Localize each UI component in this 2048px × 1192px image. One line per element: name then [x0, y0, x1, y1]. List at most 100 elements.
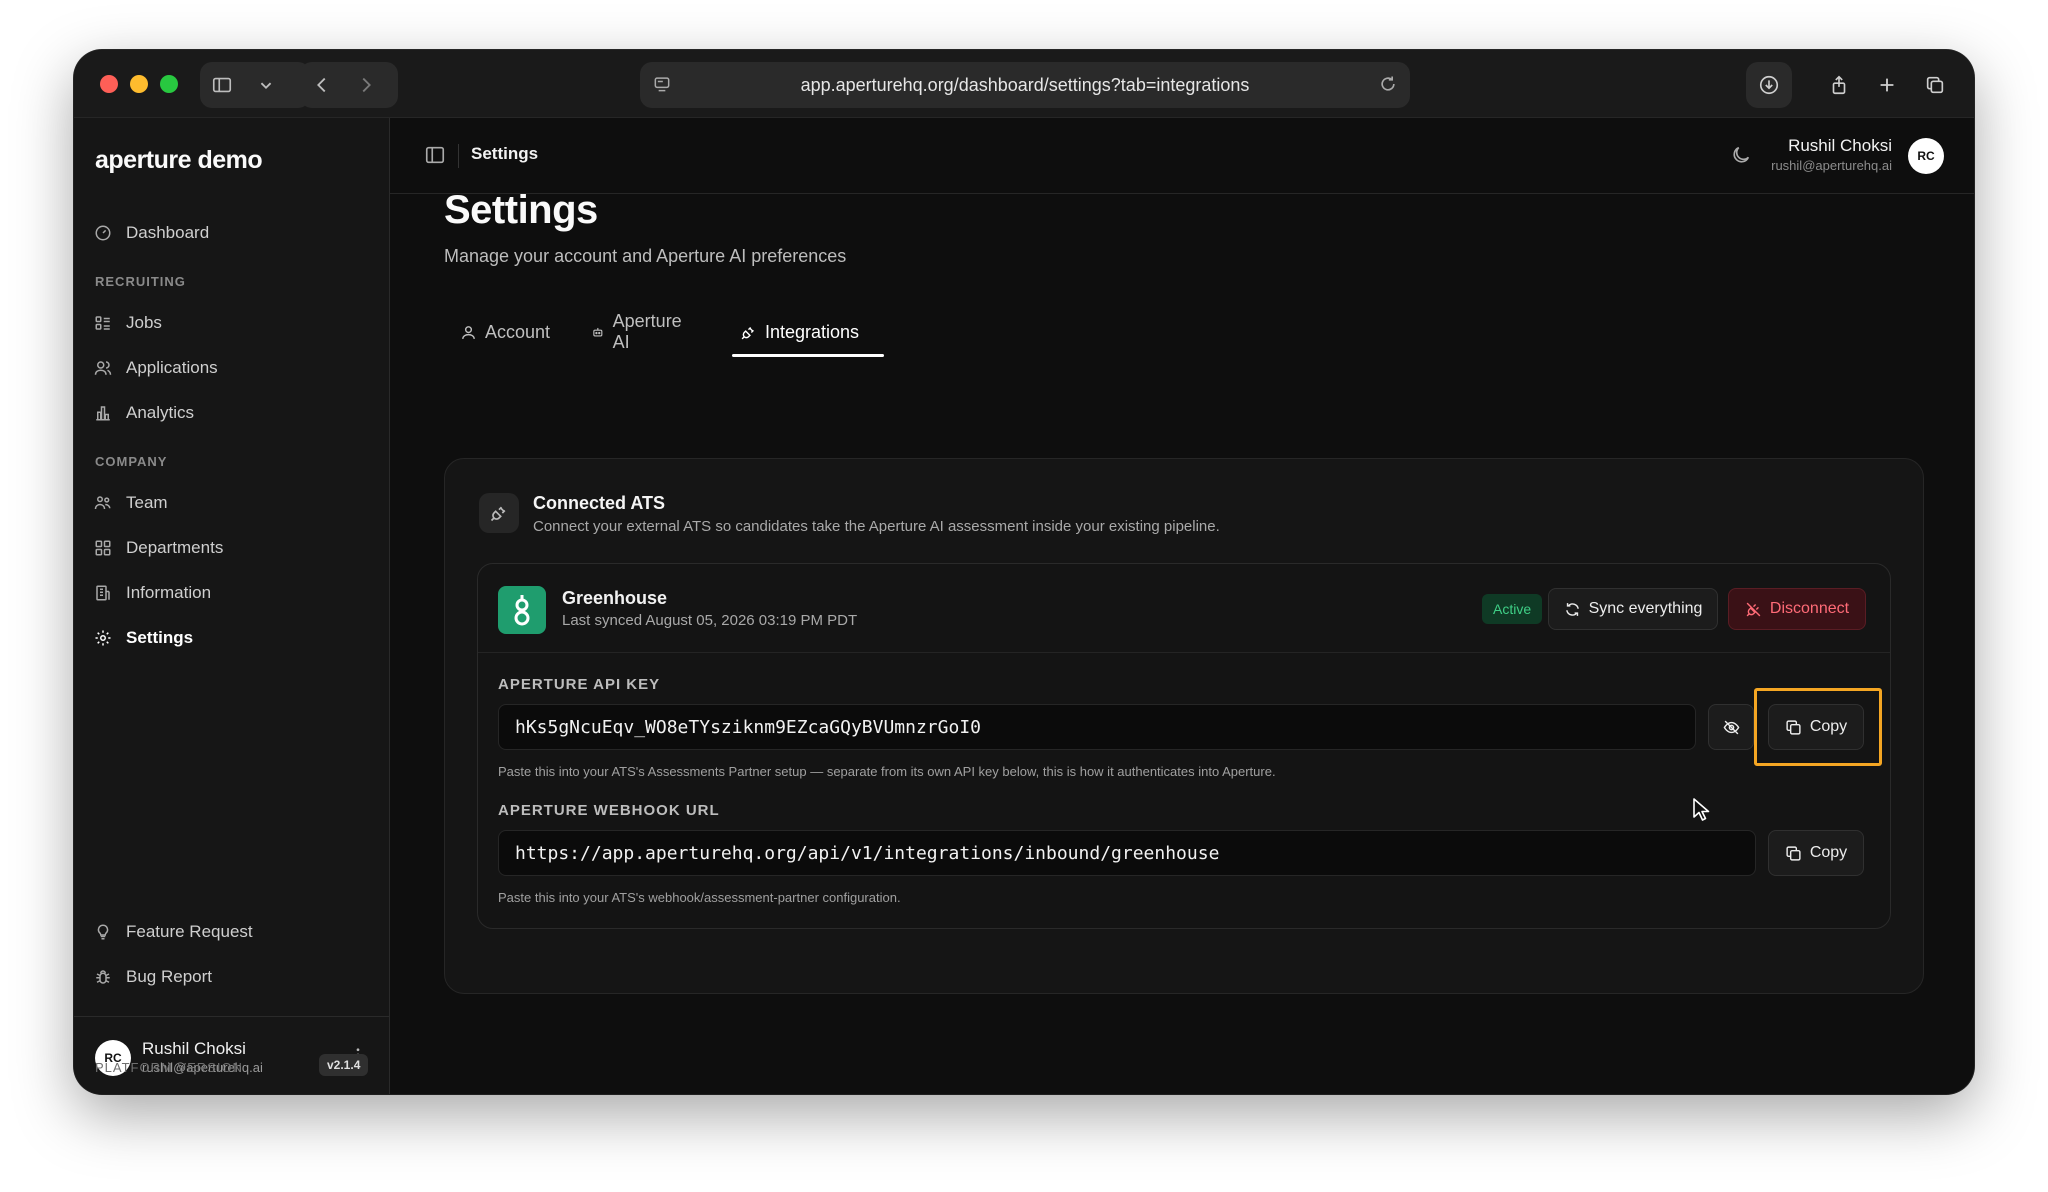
- brand-logo[interactable]: aperture demo: [95, 146, 263, 175]
- tab-overview-icon[interactable]: [1912, 62, 1958, 108]
- unplug-icon: [1746, 602, 1761, 616]
- sidebar-item-label: Feature Request: [126, 922, 253, 941]
- api-key-help: Paste this into your ATS's Assessments P…: [498, 764, 1276, 779]
- sidebar-item-settings[interactable]: Settings: [94, 622, 374, 654]
- button-label: Disconnect: [1769, 600, 1850, 617]
- plug-icon: [479, 493, 519, 533]
- downloads-icon[interactable]: [1746, 62, 1792, 108]
- status-badge: Active: [1482, 594, 1543, 624]
- api-key-field[interactable]: hKs5gNcuEqv_WO8eTYsziknm9EZcaGQyBVUmnzrG…: [498, 704, 1696, 750]
- app-header: Settings Rushil Choksi rushil@aperturehq…: [390, 118, 1974, 194]
- tab-label: Aperture AI: [612, 311, 682, 352]
- connected-ats-card: Connected ATS Connect your external ATS …: [444, 458, 1924, 994]
- bot-icon: [593, 327, 603, 336]
- sidebar-item-label: Settings: [126, 628, 194, 647]
- greenhouse-logo-icon: [498, 586, 546, 634]
- last-synced-text: Last synced August 05, 2026 03:19 PM PDT: [562, 612, 858, 629]
- page-subtitle: Manage your account and Aperture AI pref…: [444, 246, 847, 266]
- page-title: Settings: [444, 188, 598, 232]
- gear-icon: [95, 630, 111, 646]
- sidebar-toggle-group: [200, 62, 310, 108]
- share-icon[interactable]: [1816, 62, 1862, 108]
- card-description: Connect your external ATS so candidates …: [533, 518, 1220, 535]
- forward-arrow-icon[interactable]: [344, 62, 388, 108]
- maximize-window-button[interactable]: [160, 75, 178, 93]
- list-icon: [95, 316, 110, 330]
- back-arrow-icon[interactable]: [300, 62, 344, 108]
- users-icon: [94, 361, 112, 375]
- copy-button-highlight: [1754, 688, 1882, 766]
- url-text: app.aperturehq.org/dashboard/settings?ta…: [800, 74, 1250, 95]
- browser-sidebar-icon[interactable]: [200, 62, 244, 108]
- webhook-url-label: APERTURE WEBHOOK URL: [498, 802, 720, 819]
- reload-icon[interactable]: [1378, 74, 1398, 99]
- platform-version-label: PLATFORM VERSION: [95, 1060, 243, 1075]
- tab-label: Integrations: [765, 321, 860, 342]
- sidebar-item-feature-request[interactable]: Feature Request: [94, 916, 374, 948]
- header-avatar[interactable]: RC: [1908, 138, 1944, 174]
- tab-account[interactable]: Account: [460, 312, 550, 352]
- active-tab-indicator: [732, 354, 884, 357]
- sidebar-item-jobs[interactable]: Jobs: [94, 307, 374, 339]
- dashboard-gauge-icon: [95, 225, 111, 241]
- sidebar-item-bug-report[interactable]: Bug Report: [94, 961, 374, 993]
- sidebar-item-label: Jobs: [126, 313, 162, 332]
- breadcrumb: Settings: [471, 144, 539, 163]
- bar-chart-icon: [96, 406, 110, 421]
- integration-divider: [478, 652, 1890, 653]
- button-label: Copy: [1809, 844, 1848, 861]
- section-recruiting: RECRUITING: [95, 274, 186, 289]
- sidebar-item-label: Dashboard: [126, 223, 210, 242]
- grid-icon: [95, 540, 111, 556]
- copy-webhook-button[interactable]: Copy: [1768, 830, 1864, 876]
- user-icon: [462, 325, 475, 339]
- sidebar-item-label: Team: [126, 493, 168, 512]
- tab-integrations[interactable]: Integrations: [740, 312, 859, 352]
- building-icon: [96, 585, 110, 601]
- sync-everything-button[interactable]: Sync everything: [1548, 588, 1718, 630]
- plug-icon: [741, 326, 754, 339]
- tab-aperture-ai[interactable]: Aperture AI: [591, 311, 685, 352]
- sidebar-item-information[interactable]: Information: [94, 577, 374, 609]
- webhook-url-field[interactable]: https://app.aperturehq.org/api/v1/integr…: [498, 830, 1756, 876]
- mouse-pointer-icon: [1692, 797, 1712, 828]
- sidebar-divider: [74, 1016, 390, 1017]
- bug-icon: [96, 970, 110, 984]
- greenhouse-integration: Greenhouse Last synced August 05, 2026 0…: [477, 563, 1891, 929]
- sidebar-item-label: Information: [126, 583, 212, 602]
- eye-off-icon: [1723, 720, 1739, 734]
- sidebar-item-team[interactable]: Team: [94, 487, 374, 519]
- moon-icon[interactable]: [1730, 144, 1752, 171]
- address-bar[interactable]: app.aperturehq.org/dashboard/settings?ta…: [640, 62, 1410, 108]
- sidebar-collapse-icon[interactable]: [424, 144, 446, 171]
- sidebar-item-departments[interactable]: Departments: [94, 532, 374, 564]
- api-key-label: APERTURE API KEY: [498, 676, 661, 693]
- version-badge: v2.1.4: [319, 1054, 369, 1076]
- refresh-icon: [1565, 602, 1579, 616]
- lightbulb-icon: [97, 924, 109, 940]
- page-settings-icon[interactable]: [652, 74, 672, 99]
- toggle-visibility-button[interactable]: [1708, 704, 1754, 750]
- tab-label: Account: [485, 321, 551, 342]
- copy-icon: [1786, 845, 1801, 861]
- sidebar-item-label: Departments: [126, 538, 224, 557]
- webhook-help: Paste this into your ATS's webhook/asses…: [498, 890, 901, 905]
- button-label: Sync everything: [1588, 600, 1703, 617]
- browser-window: app.aperturehq.org/dashboard/settings?ta…: [74, 50, 1974, 1094]
- sidebar-item-label: Bug Report: [126, 967, 212, 986]
- header-user-name[interactable]: Rushil Choksi: [1788, 136, 1892, 156]
- header-separator: [458, 144, 459, 168]
- disconnect-button[interactable]: Disconnect: [1728, 588, 1866, 630]
- card-title: Connected ATS: [533, 493, 666, 513]
- sidebar-item-applications[interactable]: Applications: [94, 352, 374, 384]
- app-sidebar: aperture demo Dashboard RECRUITING Jobs …: [74, 118, 390, 1094]
- chevron-down-icon[interactable]: [244, 62, 288, 108]
- sidebar-item-label: Applications: [126, 358, 218, 377]
- history-nav-group: [300, 62, 398, 108]
- sidebar-item-dashboard[interactable]: Dashboard: [94, 217, 374, 249]
- new-tab-icon[interactable]: [1864, 62, 1910, 108]
- close-window-button[interactable]: [100, 75, 118, 93]
- minimize-window-button[interactable]: [130, 75, 148, 93]
- sidebar-item-analytics[interactable]: Analytics: [94, 397, 374, 429]
- header-user-email: rushil@aperturehq.ai: [1771, 158, 1892, 173]
